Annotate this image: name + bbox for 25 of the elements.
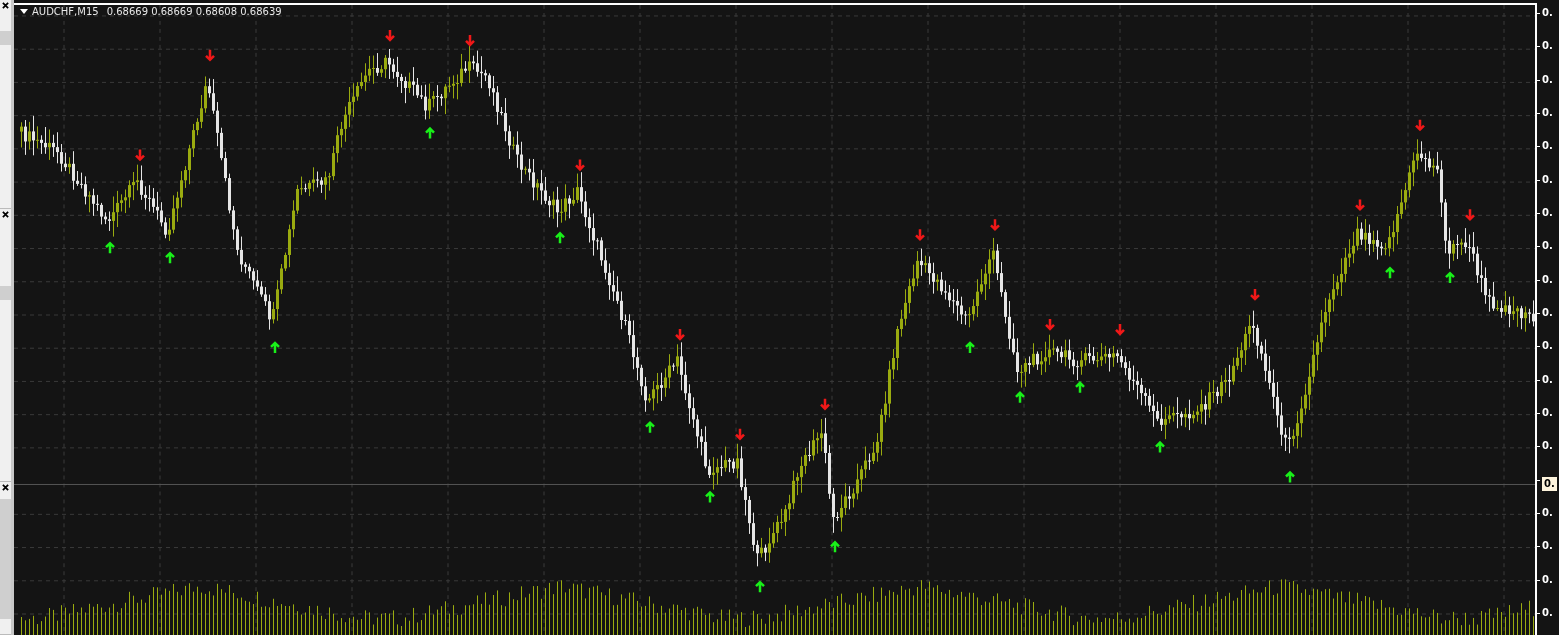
axis-label: 0. [1542, 605, 1553, 620]
axis-label: 0. [1542, 539, 1553, 554]
close-icon[interactable] [2, 484, 9, 491]
axis-label: 0. [1542, 505, 1553, 520]
axis-label: 0. [1542, 239, 1553, 254]
axis-label: 0. [1542, 272, 1553, 287]
axis-label: 0. [1542, 372, 1553, 387]
axis-label: 0. [1542, 72, 1553, 87]
caret-icon[interactable] [20, 8, 28, 15]
close-icon[interactable] [2, 211, 9, 218]
axis-label: 0. [1542, 405, 1553, 420]
axis-label: 0. [1542, 439, 1553, 454]
ohlc-values: 0.68669 0.68669 0.68608 0.68639 [106, 6, 282, 17]
axis-label: 0. [1542, 339, 1553, 354]
axis-label: 0. [1542, 39, 1553, 54]
axis-label: 0. [1542, 106, 1553, 120]
axis-label: 0. [1542, 205, 1553, 220]
axis-label: 0. [1542, 139, 1553, 154]
axis-label: 0. [1542, 305, 1553, 320]
axis-label: 0. [1542, 572, 1553, 587]
axis-label: 0. [1542, 172, 1553, 187]
close-icon[interactable] [2, 2, 9, 9]
axis-label: 0. [1542, 6, 1553, 20]
chart-symbol: AUDCHF,M15 [32, 6, 99, 17]
current-price-label: 0. [1542, 476, 1557, 491]
